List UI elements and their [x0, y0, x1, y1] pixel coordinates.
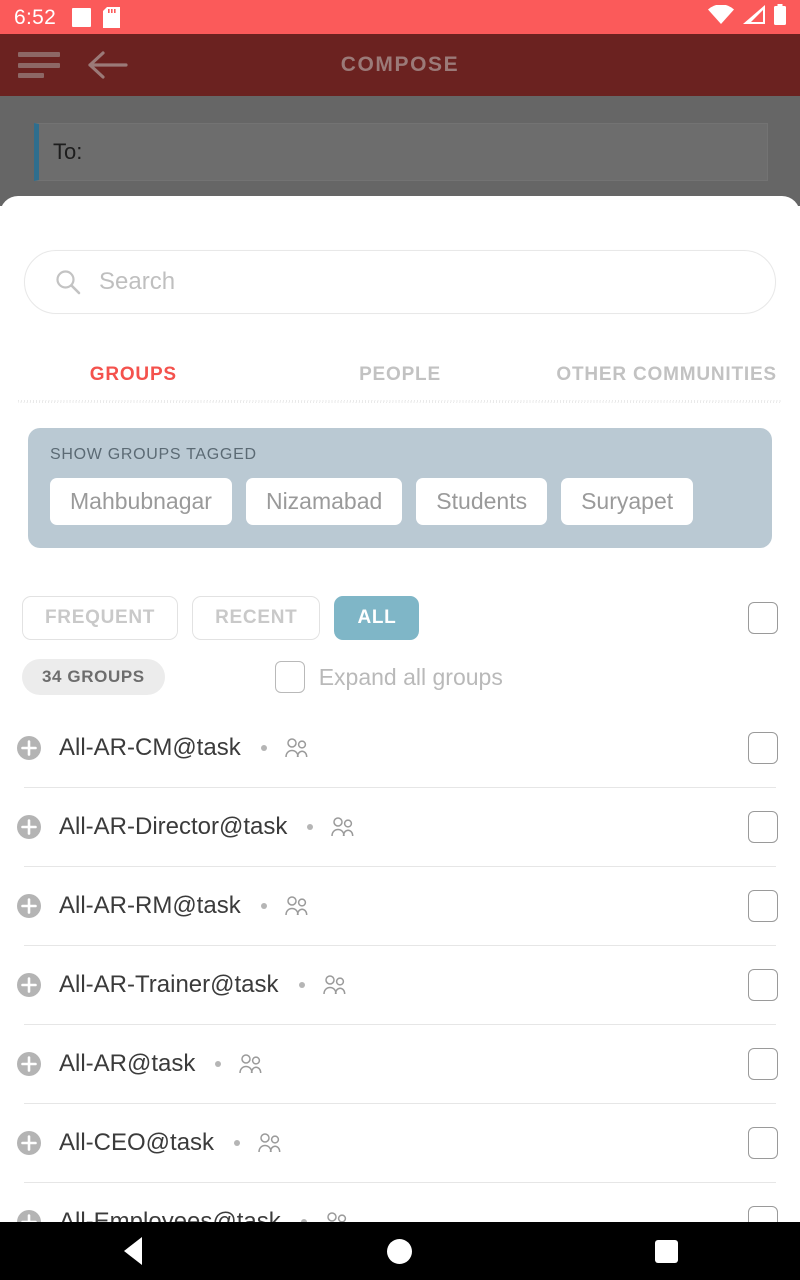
add-group-icon[interactable]: [16, 972, 42, 998]
separator-dot-icon: [298, 981, 305, 988]
people-group-icon: [283, 736, 311, 760]
status-time: 6:52: [14, 5, 57, 29]
separator-dot-icon: [307, 823, 314, 830]
picker-tabs: GROUPS PEOPLE OTHER COMMUNITIES: [0, 352, 800, 398]
add-group-icon[interactable]: [16, 1051, 42, 1077]
battery-icon: [774, 4, 786, 30]
nav-recents-button[interactable]: [627, 1222, 707, 1280]
tag-chip-suryapet[interactable]: Suryapet: [561, 478, 694, 525]
group-name: All-AR-RM@task: [59, 891, 241, 919]
tab-divider: [18, 400, 782, 403]
group-list: All-AR-CM@task All-AR-Director@task All-…: [0, 708, 800, 1222]
expand-all-checkbox[interactable]: [274, 661, 305, 693]
search-input[interactable]: Search: [24, 250, 776, 314]
people-group-icon: [329, 815, 357, 839]
android-nav-bar: [0, 1222, 800, 1280]
tag-filter-panel: SHOW GROUPS TAGGED Mahbubnagar Nizamabad…: [28, 428, 772, 548]
people-group-icon: [283, 894, 311, 918]
add-group-icon[interactable]: [16, 893, 42, 919]
row-checkbox[interactable]: [748, 968, 778, 1001]
tag-chip-nizamabad[interactable]: Nizamabad: [245, 478, 403, 525]
expand-all-groups-control[interactable]: Expand all groups: [274, 661, 503, 693]
to-recipient-field[interactable]: To:: [34, 123, 768, 181]
group-name: All-AR-CM@task: [59, 733, 241, 761]
search-placeholder: Search: [99, 268, 176, 295]
nav-back-button[interactable]: [93, 1222, 173, 1280]
tab-people[interactable]: PEOPLE: [267, 364, 534, 386]
status-bar: 6:52: [0, 0, 800, 34]
search-icon: [55, 269, 81, 295]
app-bar: COMPOSE: [0, 34, 800, 96]
people-group-icon: [256, 1131, 284, 1155]
row-checkbox[interactable]: [748, 1047, 778, 1080]
row-checkbox[interactable]: [748, 810, 778, 843]
tag-panel-label: SHOW GROUPS TAGGED: [50, 446, 257, 463]
hamburger-icon[interactable]: [18, 52, 60, 78]
expand-all-label: Expand all groups: [318, 663, 503, 690]
table-row[interactable]: All-Employees@task: [0, 1182, 800, 1222]
filter-all-button[interactable]: ALL: [334, 596, 420, 640]
table-row[interactable]: All-AR-CM@task: [0, 708, 800, 787]
row-checkbox[interactable]: [748, 1126, 778, 1159]
row-checkbox[interactable]: [748, 731, 778, 764]
tag-chip-mahbubnagar[interactable]: Mahbubnagar: [50, 478, 232, 525]
compose-dim-overlay: To:: [0, 96, 800, 206]
group-name: All-CEO@task: [59, 1128, 215, 1156]
recents-square-icon: [655, 1239, 679, 1263]
group-name: All-Employees@task: [59, 1207, 281, 1223]
group-count-badge: 34 GROUPS: [22, 659, 165, 695]
row-checkbox[interactable]: [748, 889, 778, 922]
signal-icon: [743, 5, 765, 29]
home-circle-icon: [387, 1238, 413, 1264]
back-arrow-icon[interactable]: [88, 47, 128, 83]
table-row[interactable]: All-AR@task: [0, 1024, 800, 1103]
list-header-row: 34 GROUPS Expand all groups: [22, 658, 778, 696]
tag-chip-students[interactable]: Students: [416, 478, 548, 525]
separator-dot-icon: [215, 1060, 222, 1067]
tab-groups[interactable]: GROUPS: [0, 364, 267, 386]
tab-other-communities[interactable]: OTHER COMMUNITIES: [533, 364, 800, 386]
tag-chip-list: Mahbubnagar Nizamabad Students Suryapet: [50, 478, 750, 525]
white-square-icon: [72, 7, 92, 27]
group-name: All-AR-Trainer@task: [59, 970, 279, 998]
add-group-icon[interactable]: [16, 735, 42, 761]
table-row[interactable]: All-AR-Director@task: [0, 787, 800, 866]
status-left-icons: [72, 6, 121, 28]
group-name: All-AR-Director@task: [59, 812, 288, 840]
status-right-icons: [708, 4, 786, 30]
people-group-icon: [237, 1052, 265, 1076]
separator-dot-icon: [260, 902, 267, 909]
filter-button-row: FREQUENT RECENT ALL: [22, 596, 778, 640]
back-triangle-icon: [124, 1237, 143, 1265]
sd-card-icon: [103, 6, 121, 28]
separator-dot-icon: [234, 1139, 241, 1146]
people-group-icon: [323, 1210, 351, 1222]
filter-recent-button[interactable]: RECENT: [192, 596, 321, 640]
group-name: All-AR@task: [59, 1049, 196, 1077]
wifi-icon: [708, 4, 734, 29]
table-row[interactable]: All-AR-Trainer@task: [0, 945, 800, 1024]
separator-dot-icon: [260, 744, 267, 751]
filter-frequent-button[interactable]: FREQUENT: [22, 596, 179, 640]
table-row[interactable]: All-AR-RM@task: [0, 866, 800, 945]
row-checkbox[interactable]: [748, 1205, 778, 1222]
select-all-checkbox[interactable]: [748, 602, 778, 634]
table-row[interactable]: All-CEO@task: [0, 1103, 800, 1182]
recipient-picker-sheet: Search GROUPS PEOPLE OTHER COMMUNITIES S…: [0, 196, 800, 1222]
to-field-label: To:: [53, 139, 83, 164]
people-group-icon: [321, 973, 349, 997]
add-group-icon[interactable]: [16, 814, 42, 840]
add-group-icon[interactable]: [16, 1209, 42, 1222]
add-group-icon[interactable]: [16, 1130, 42, 1156]
nav-home-button[interactable]: [360, 1222, 440, 1280]
